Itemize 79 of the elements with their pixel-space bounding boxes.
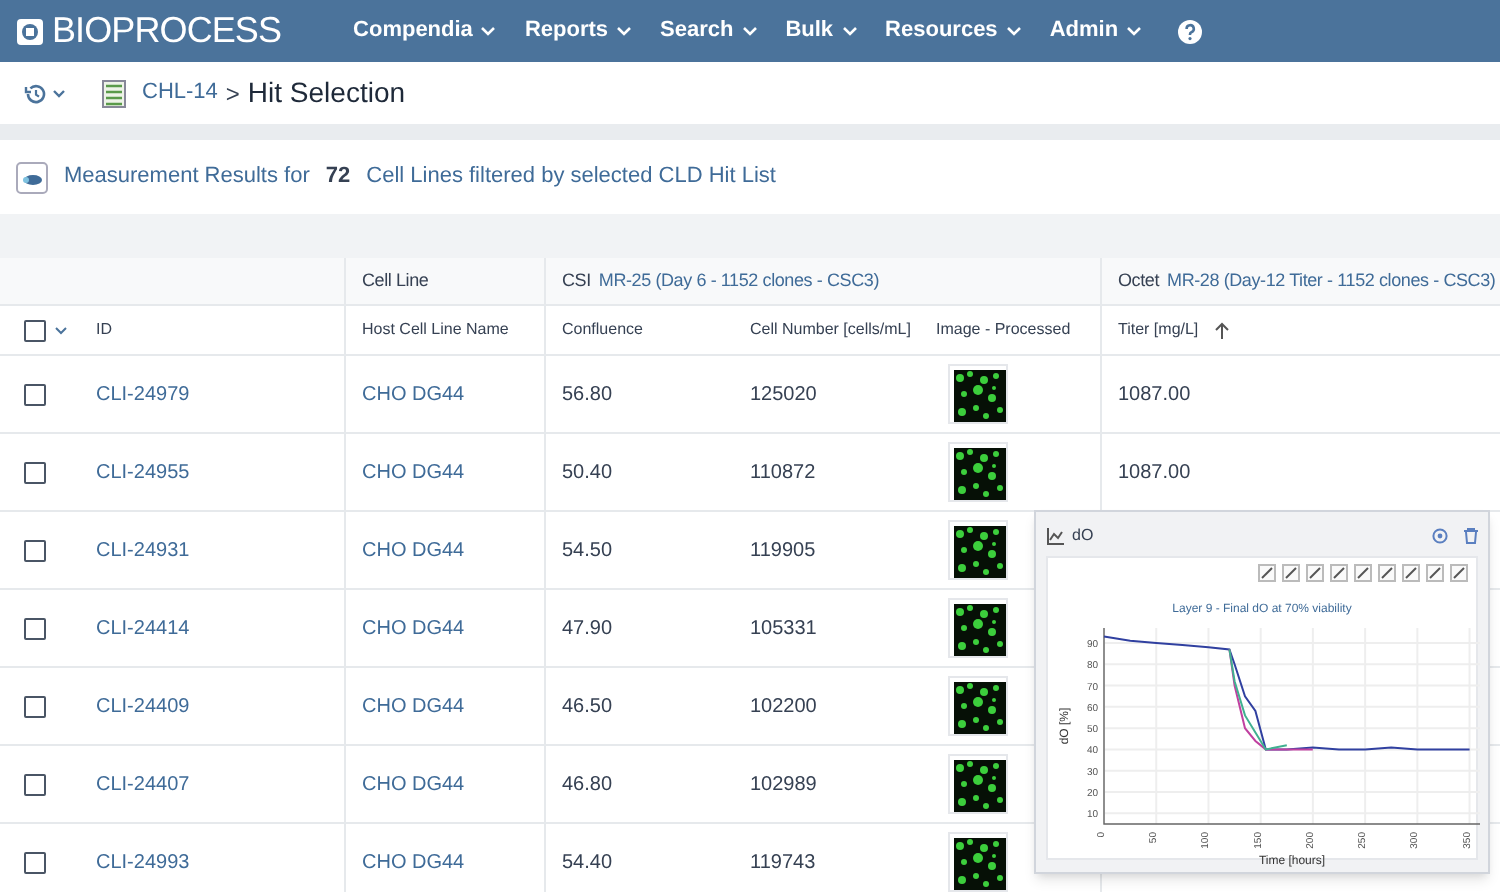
- row-checkbox[interactable]: [24, 461, 46, 483]
- chevron-down-icon: [1126, 26, 1143, 36]
- cell-number-value: 105331: [750, 617, 817, 639]
- host-cell-line-link[interactable]: CHO DG44: [362, 847, 465, 877]
- chart-icon: [1046, 527, 1064, 545]
- breadcrumb-separator-icon: >: [225, 75, 240, 111]
- breadcrumb-link[interactable]: CHL-14: [142, 76, 218, 110]
- summary-text: Measurement Results for: [64, 162, 310, 193]
- row-checkbox[interactable]: [24, 383, 46, 405]
- column-group-header: Cell Line: [362, 267, 429, 294]
- row-checkbox[interactable]: [24, 539, 46, 561]
- column-group-header: CSI: [562, 267, 591, 294]
- column-header[interactable]: Confluence: [562, 318, 643, 342]
- chevron-down-icon: [480, 26, 497, 36]
- confluence-value: 46.50: [562, 693, 613, 721]
- column-header[interactable]: ID: [96, 318, 112, 342]
- cell-line-link[interactable]: CLI-24407: [96, 773, 190, 795]
- column-group-header: Octet: [1118, 267, 1160, 294]
- logo-icon: [16, 17, 44, 45]
- summary-text: Cell Lines filtered by selected CLD Hit List: [366, 162, 776, 193]
- titer-value: 1087.00: [1118, 459, 1191, 487]
- nav-menu[interactable]: Reports: [524, 14, 632, 48]
- host-cell-line-link[interactable]: CHO DG44: [362, 379, 465, 409]
- cell-number-value: 119743: [750, 851, 816, 873]
- cell-line-link[interactable]: CLI-24931: [96, 539, 190, 561]
- titer-value: 1087.00: [1118, 381, 1191, 409]
- chevron-down-icon: [741, 26, 758, 36]
- cell-number-value: 102200: [750, 695, 817, 717]
- chevron-down-icon: [616, 26, 632, 36]
- host-cell-line-link[interactable]: CHO DG44: [362, 535, 465, 565]
- column-header[interactable]: Titer [mg/L]: [1118, 318, 1199, 342]
- nav-menu[interactable]: Resources: [885, 14, 1022, 48]
- measurement-link[interactable]: MR-28 (Day-12 Titer - 1152 clones - CSC3): [1167, 267, 1496, 295]
- measurement-link[interactable]: MR-25 (Day 6 - 1152 clones - CSC3): [598, 267, 879, 295]
- confluence-value: 46.80: [562, 771, 613, 799]
- filter-icon[interactable]: [16, 161, 48, 193]
- settings-icon[interactable]: [1432, 528, 1448, 544]
- confluence-value: 50.40: [562, 459, 613, 487]
- popup-title: dO: [1072, 524, 1094, 548]
- host-cell-line-link[interactable]: CHO DG44: [362, 613, 465, 643]
- cell-number-value: 119905: [750, 539, 816, 561]
- nav-menu[interactable]: Admin: [1049, 14, 1143, 48]
- chevron-down-icon[interactable]: [54, 325, 68, 335]
- sort-ascending-icon[interactable]: [1214, 321, 1231, 339]
- delete-icon[interactable]: [1464, 528, 1478, 544]
- column-header[interactable]: Image - Processed: [936, 318, 1071, 342]
- row-checkbox[interactable]: [24, 695, 46, 717]
- cell-number-value: 110872: [750, 461, 816, 483]
- cell-line-link[interactable]: CLI-24409: [96, 695, 190, 717]
- column-header[interactable]: Host Cell Line Name: [362, 318, 509, 342]
- help-icon[interactable]: [1178, 19, 1203, 43]
- select-all-checkbox[interactable]: [24, 319, 46, 341]
- nav-menu[interactable]: Search: [660, 14, 758, 48]
- cell-line-link[interactable]: CLI-24414: [96, 617, 190, 639]
- result-count: 72: [325, 162, 351, 193]
- brand-name[interactable]: BIOPROCESS: [52, 4, 282, 58]
- cell-number-value: 125020: [750, 383, 817, 405]
- row-checkbox[interactable]: [24, 851, 46, 873]
- chevron-down-icon: [1005, 26, 1022, 36]
- column-header[interactable]: Cell Number [cells/mL]: [750, 318, 911, 342]
- host-cell-line-link[interactable]: CHO DG44: [362, 769, 465, 799]
- confluence-value: 56.80: [562, 381, 613, 409]
- confluence-value: 54.50: [562, 537, 613, 565]
- list-icon: [102, 79, 126, 107]
- nav-menu[interactable]: Compendia: [353, 14, 497, 48]
- row-checkbox[interactable]: [24, 773, 46, 795]
- host-cell-line-link[interactable]: CHO DG44: [362, 691, 465, 721]
- history-icon[interactable]: [24, 83, 68, 103]
- nav-menu[interactable]: Bulk: [785, 14, 858, 48]
- page-title: Hit Selection: [247, 74, 406, 112]
- chevron-down-icon: [841, 26, 858, 36]
- cell-line-link[interactable]: CLI-24993: [96, 851, 190, 873]
- confluence-value: 54.40: [562, 849, 613, 877]
- confluence-value: 47.90: [562, 615, 613, 643]
- row-checkbox[interactable]: [24, 617, 46, 639]
- host-cell-line-link[interactable]: CHO DG44: [362, 457, 465, 487]
- cell-line-link[interactable]: CLI-24979: [96, 383, 190, 405]
- cell-line-link[interactable]: CLI-24955: [96, 461, 190, 483]
- cell-number-value: 102989: [750, 773, 817, 795]
